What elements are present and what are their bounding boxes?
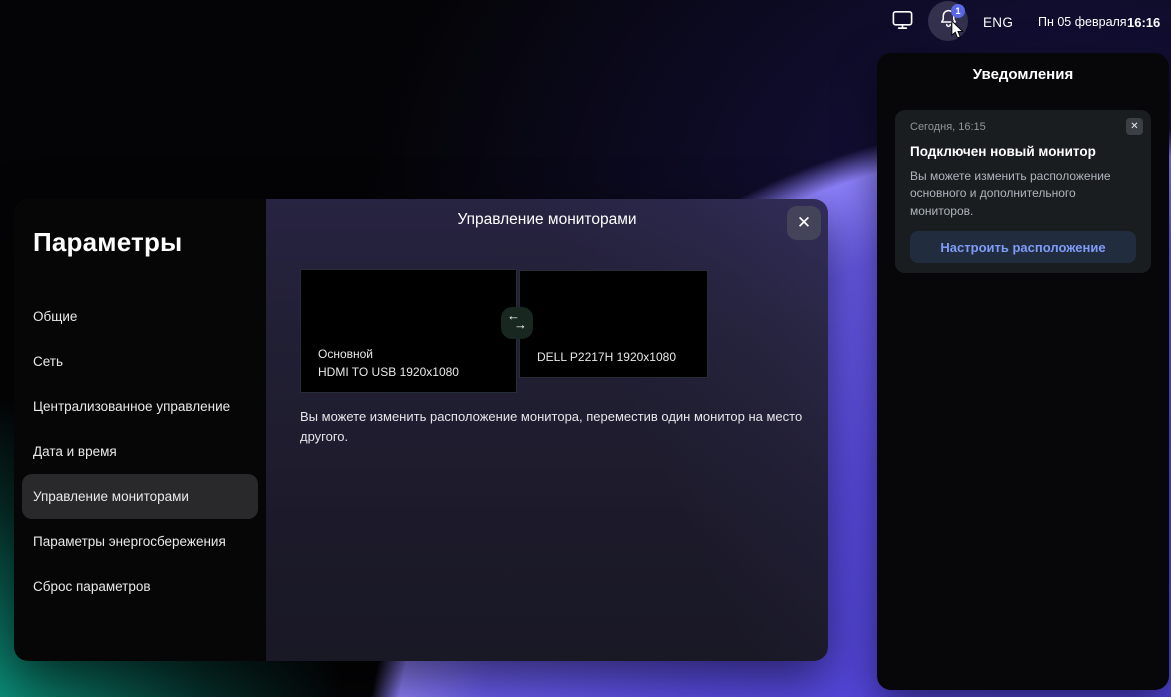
monitor-name: DELL P2217H 1920x1080 bbox=[537, 349, 676, 366]
close-icon: ✕ bbox=[797, 213, 811, 233]
mouse-cursor-icon bbox=[950, 21, 965, 44]
clock-time[interactable]: 16:16 bbox=[1127, 0, 1160, 44]
language-indicator[interactable]: ENG bbox=[983, 0, 1013, 44]
sidebar-item-monitor-management[interactable]: Управление мониторами bbox=[22, 474, 258, 519]
settings-menu: Общие Сеть Централизованное управление Д… bbox=[22, 294, 258, 609]
display-icon bbox=[891, 8, 914, 36]
sidebar-item-date-time[interactable]: Дата и время bbox=[22, 429, 258, 474]
notifications-panel: Уведомления Сегодня, 16:15 ✕ Подключен н… bbox=[877, 53, 1169, 690]
notification-card: Сегодня, 16:15 ✕ Подключен новый монитор… bbox=[895, 110, 1151, 273]
dialog-description: Вы можете изменить расположение монитора… bbox=[300, 407, 805, 446]
sidebar-item-network[interactable]: Сеть bbox=[22, 339, 258, 384]
monitor-detail: HDMI TO USB 1920x1080 bbox=[318, 364, 459, 381]
monitor-label: DELL P2217H 1920x1080 bbox=[537, 349, 676, 366]
notifications-title: Уведомления bbox=[877, 66, 1169, 83]
monitor-preview-primary[interactable]: Основной HDMI TO USB 1920x1080 bbox=[300, 269, 517, 393]
desktop: 1 ENG Пн 05 февраля 16:16 Параметры Общи… bbox=[0, 0, 1171, 697]
sidebar-item-general[interactable]: Общие bbox=[22, 294, 258, 339]
taskbar: 1 ENG Пн 05 февраля 16:16 bbox=[0, 0, 1171, 44]
configure-layout-button[interactable]: Настроить расположение bbox=[910, 231, 1136, 263]
monitor-management-dialog: Управление мониторами ✕ Основной HDMI TO… bbox=[266, 199, 828, 661]
clock-date[interactable]: Пн 05 февраля bbox=[1038, 0, 1127, 44]
notification-body: Вы можете изменить расположение основног… bbox=[910, 168, 1138, 220]
notification-badge: 1 bbox=[951, 4, 965, 18]
notification-close-button[interactable]: ✕ bbox=[1126, 118, 1143, 135]
sidebar-item-power-saving[interactable]: Параметры энергосбережения bbox=[22, 519, 258, 564]
monitor-label: Основной HDMI TO USB 1920x1080 bbox=[318, 346, 459, 381]
dialog-title: Управление мониторами bbox=[266, 211, 828, 229]
sidebar-item-central-management[interactable]: Централизованное управление bbox=[22, 384, 258, 429]
monitor-preview-secondary[interactable]: DELL P2217H 1920x1080 bbox=[519, 270, 708, 378]
settings-sidebar: Параметры Общие Сеть Централизованное уп… bbox=[14, 199, 266, 661]
monitor-name: Основной bbox=[318, 346, 459, 363]
taskbar-display-button[interactable] bbox=[885, 6, 919, 38]
sidebar-item-reset[interactable]: Сброс параметров bbox=[22, 564, 258, 609]
settings-window: Параметры Общие Сеть Централизованное уп… bbox=[14, 199, 828, 661]
notification-title: Подключен новый монитор bbox=[910, 144, 1136, 159]
close-icon: ✕ bbox=[1130, 121, 1138, 132]
settings-title: Параметры bbox=[33, 227, 182, 258]
taskbar-notifications-button[interactable]: 1 bbox=[928, 1, 968, 41]
swap-monitors-button[interactable]: ← → bbox=[501, 307, 533, 339]
notification-timestamp: Сегодня, 16:15 bbox=[910, 121, 1136, 133]
dialog-close-button[interactable]: ✕ bbox=[787, 206, 821, 240]
